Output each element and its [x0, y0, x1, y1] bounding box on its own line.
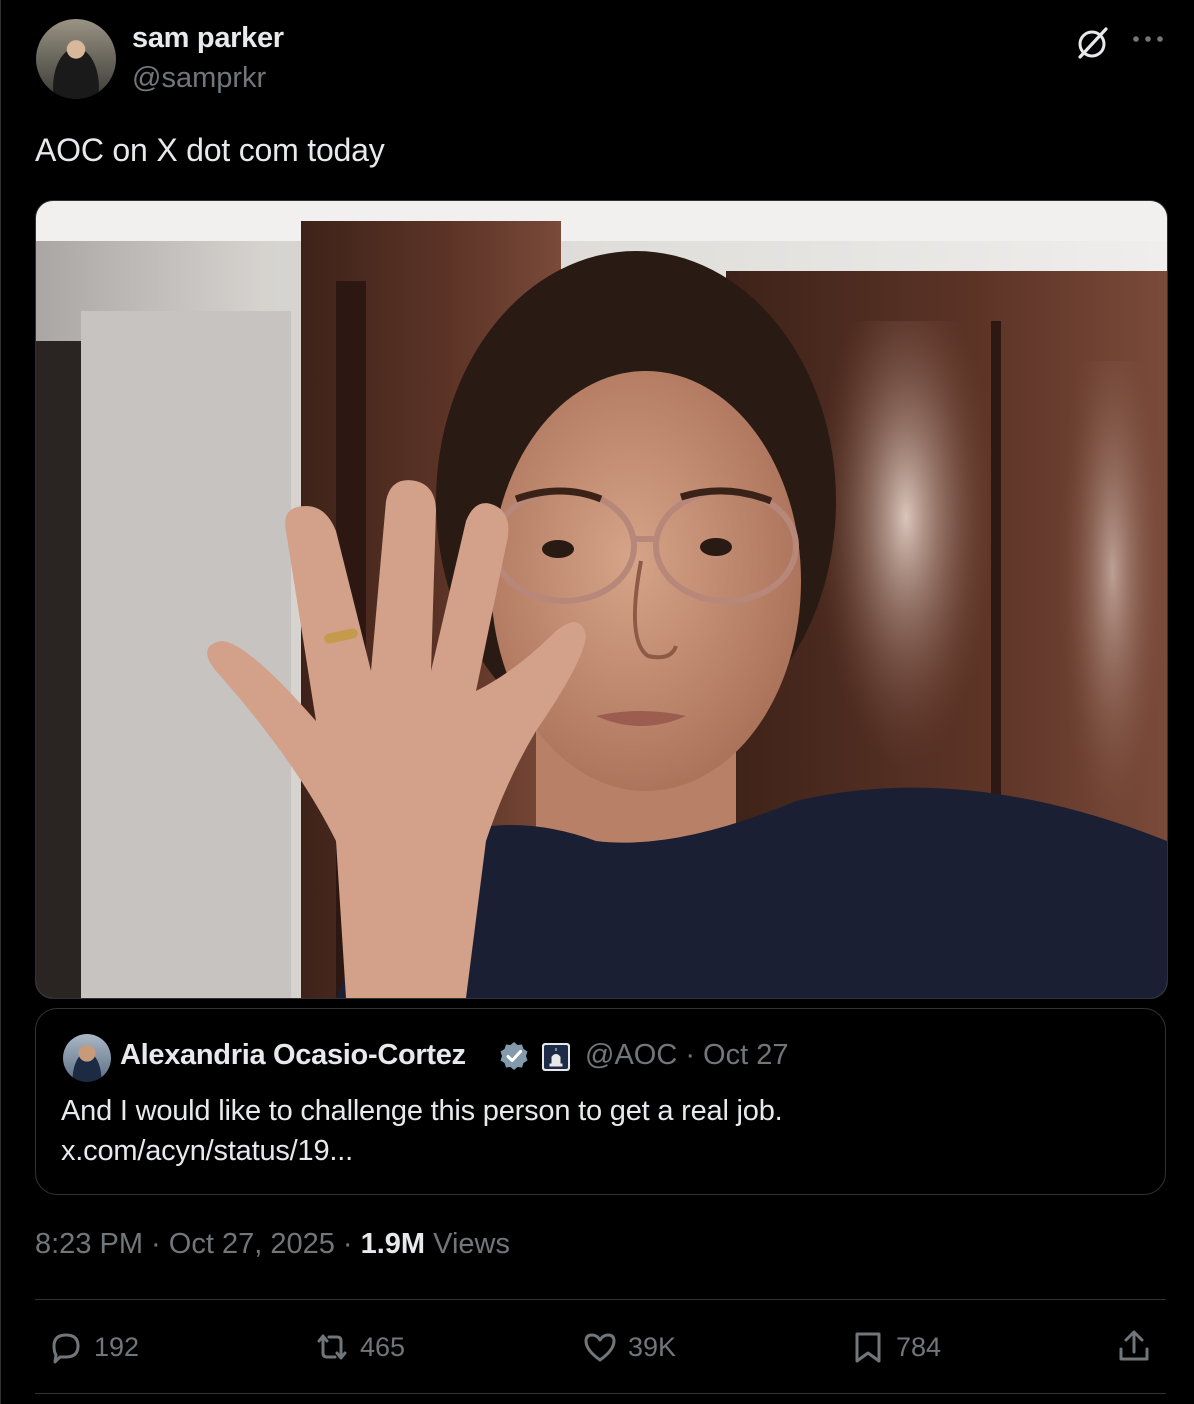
- repost-button[interactable]: 465: [312, 1324, 405, 1370]
- quoted-handle-date[interactable]: @AOC · Oct 27: [585, 1039, 788, 1072]
- left-edge: [0, 0, 1, 1404]
- quoted-text: And I would like to challenge this perso…: [61, 1091, 783, 1171]
- views-label: Views: [425, 1228, 510, 1260]
- tweet-photo[interactable]: [35, 200, 1168, 999]
- repost-icon: [317, 1334, 347, 1360]
- divider-bottom: [35, 1393, 1166, 1394]
- bookmark-button[interactable]: 784: [848, 1324, 941, 1370]
- share-button[interactable]: [1114, 1324, 1162, 1370]
- reply-icon: [52, 1333, 80, 1364]
- reply-button[interactable]: 192: [46, 1324, 139, 1370]
- divider-top: [35, 1299, 1166, 1300]
- tweet-timestamp[interactable]: 8:23 PM · Oct 27, 2025 · 1.9M Views: [35, 1228, 510, 1261]
- like-button[interactable]: 39K: [580, 1324, 676, 1370]
- share-icon: [1119, 1330, 1149, 1361]
- more-icon[interactable]: [1130, 28, 1166, 50]
- like-count: 39K: [628, 1331, 677, 1362]
- time-date[interactable]: 8:23 PM · Oct 27, 2025 ·: [35, 1228, 361, 1260]
- quoted-author-avatar[interactable]: [63, 1034, 111, 1082]
- bookmark-count: 784: [896, 1331, 942, 1362]
- government-badge-icon: [542, 1043, 570, 1071]
- grok-icon[interactable]: [1073, 24, 1111, 62]
- author-display-name[interactable]: sam parker: [132, 22, 284, 55]
- verified-badge-icon: [500, 1042, 528, 1070]
- tweet-text: AOC on X dot com today: [35, 132, 385, 168]
- bookmark-icon: [855, 1332, 881, 1363]
- author-avatar[interactable]: [36, 19, 116, 99]
- views-count: 1.9M: [360, 1228, 426, 1260]
- reply-count: 192: [94, 1331, 140, 1362]
- like-icon: [584, 1333, 616, 1362]
- repost-count: 465: [360, 1331, 406, 1362]
- quoted-link[interactable]: x.com/acyn/status/19...: [61, 1131, 783, 1171]
- quoted-tweet[interactable]: Alexandria Ocasio-Cortez @AOC · Oct 27 A…: [35, 1008, 1166, 1195]
- quoted-author-name[interactable]: Alexandria Ocasio-Cortez: [120, 1039, 466, 1072]
- quoted-text-line: And I would like to challenge this perso…: [61, 1095, 783, 1127]
- author-handle[interactable]: @samprkr: [132, 62, 266, 95]
